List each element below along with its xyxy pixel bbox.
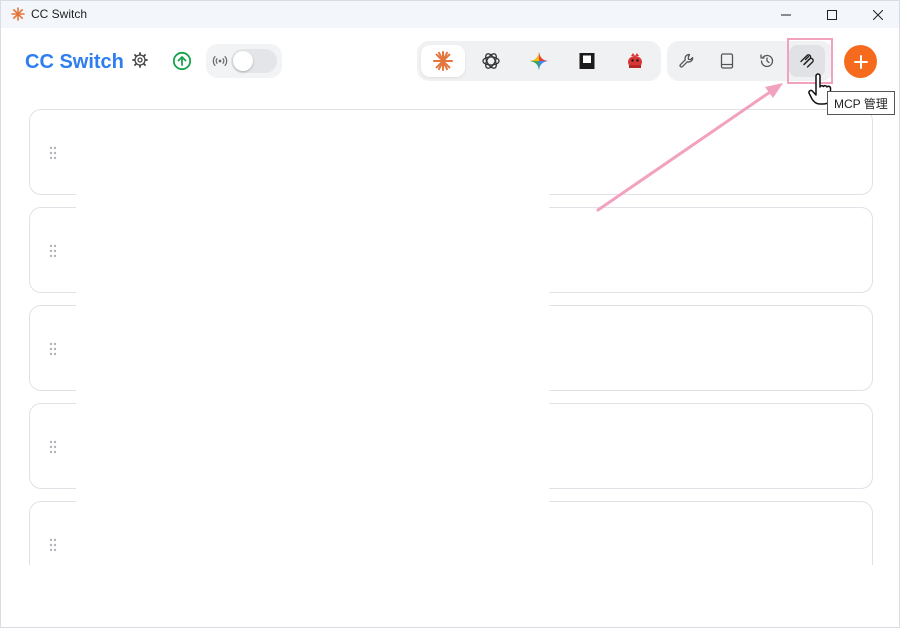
annotation-arrow [596, 83, 783, 212]
app-window: CC Switch CC Switch MCP 管理 [0, 0, 900, 628]
mcp-tooltip: MCP 管理 [827, 91, 895, 115]
